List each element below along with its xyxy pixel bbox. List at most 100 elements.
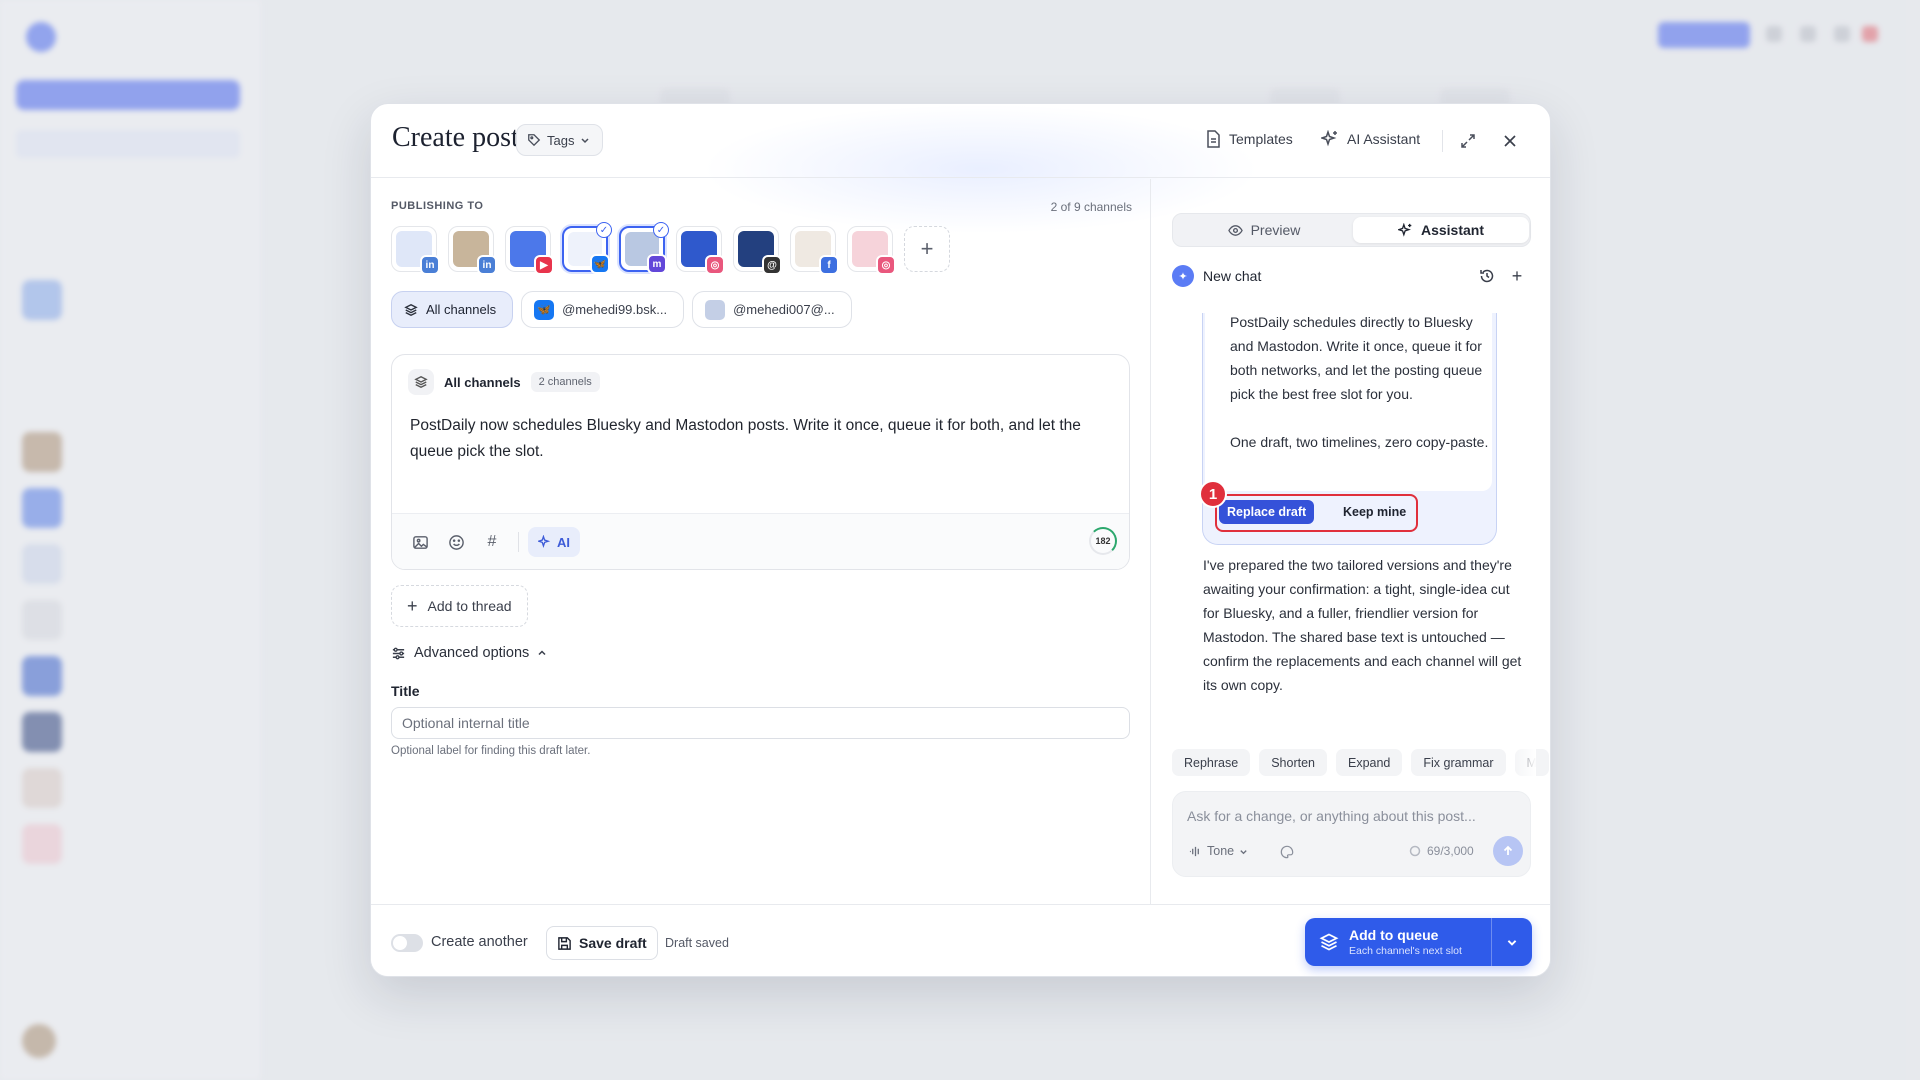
modal-footer: Create another Save draft Draft saved Ad… (371, 904, 1550, 976)
title-input[interactable] (391, 707, 1130, 739)
threads-icon: @ (762, 255, 782, 275)
suggestion-text: PostDaily schedules directly to Bluesky … (1230, 310, 1490, 454)
chip-label: @mehedi99.bsk... (562, 302, 668, 317)
document-icon (1207, 130, 1220, 148)
advanced-options-label: Advanced options (414, 645, 530, 661)
channel-count: 2 of 9 channels (1050, 200, 1132, 214)
hashtag-button[interactable]: # (480, 530, 504, 554)
arrow-up-icon (1503, 845, 1513, 855)
channel-avatar-instagram[interactable]: ◎ (676, 226, 725, 275)
ai-assistant-label: AI Assistant (1347, 131, 1421, 147)
layers-icon (408, 369, 434, 395)
templates-button[interactable]: Templates (1205, 130, 1293, 148)
send-button[interactable] (1493, 836, 1523, 866)
sparkles-icon (1397, 222, 1412, 237)
tab-label: Assistant (1420, 222, 1485, 238)
character-counter: 182 (1089, 527, 1117, 555)
hashtag-icon: # (487, 533, 497, 550)
keep-mine-button[interactable]: Keep mine (1335, 500, 1414, 524)
emoji-button[interactable] (444, 530, 468, 554)
channel-avatar-linkedin[interactable]: in (391, 226, 440, 275)
tone-dropdown[interactable]: Tone (1189, 844, 1248, 858)
waveform-icon (1189, 846, 1199, 856)
assistant-avatar-icon: ✦ (1172, 265, 1194, 287)
chevron-down-icon (581, 138, 589, 144)
channel-avatar-facebook[interactable]: f (790, 226, 839, 275)
channel-avatar-mastodon[interactable]: ✓ m (619, 222, 669, 274)
chip-bluesky-account[interactable]: 🦋 @mehedi99.bsk... (521, 291, 685, 328)
replace-draft-button[interactable]: Replace draft (1219, 500, 1315, 524)
mastodon-icon: m (647, 254, 667, 274)
channel-avatar-threads[interactable]: @ (733, 226, 782, 275)
chat-header: ✦ New chat (1172, 265, 1261, 287)
add-to-thread-button[interactable]: + Add to thread (391, 585, 528, 627)
suggestion-paragraph: PostDaily schedules directly to Bluesky … (1230, 314, 1483, 402)
add-to-queue-sublabel: Each channel's next slot (1349, 945, 1462, 957)
post-text[interactable]: PostDaily now schedules Bluesky and Mast… (410, 413, 1110, 465)
instagram-icon: ◎ (705, 255, 725, 275)
assistant-input[interactable] (1187, 804, 1507, 828)
plus-icon: + (920, 236, 934, 261)
tag-icon (528, 134, 541, 147)
sparkles-icon (1321, 130, 1337, 147)
bluesky-icon: 🦋 (590, 254, 610, 274)
create-another-toggle[interactable] (391, 934, 423, 952)
chevron-down-icon (1240, 849, 1247, 854)
eye-icon (1227, 224, 1243, 236)
add-media-button[interactable] (408, 530, 432, 554)
tab-assistant[interactable]: Assistant (1353, 217, 1529, 243)
tags-button[interactable]: Tags (516, 124, 604, 156)
new-chat-button[interactable]: + (1505, 264, 1529, 288)
queue-options-dropdown[interactable] (1491, 918, 1532, 966)
editor-header: All channels 2 channels (408, 369, 600, 395)
chat-title: New chat (1203, 268, 1262, 284)
channel-avatar-instagram-2[interactable]: ◎ (847, 226, 896, 275)
ai-assistant-button[interactable]: AI Assistant (1321, 130, 1420, 148)
quick-action-expand[interactable]: Expand (1335, 749, 1403, 776)
chip-mastodon-account[interactable]: @mehedi007@... (692, 291, 852, 328)
palette-button[interactable] (1278, 843, 1296, 861)
save-draft-button[interactable]: Save draft (546, 926, 658, 960)
expand-button[interactable] (1455, 128, 1481, 154)
close-button[interactable] (1497, 128, 1523, 154)
chip-label: All channels (426, 302, 497, 317)
tab-preview[interactable]: Preview (1176, 217, 1352, 243)
expand-icon (1461, 134, 1475, 148)
annotation-step-badge: 1 (1199, 480, 1227, 508)
post-editor: All channels 2 channels PostDaily now sc… (391, 354, 1130, 570)
channel-avatar-youtube[interactable]: ▶ (505, 226, 554, 275)
add-to-queue-label: Add to queue (1349, 927, 1439, 943)
youtube-icon: ▶ (534, 255, 554, 275)
quick-action-rephrase[interactable]: Rephrase (1172, 749, 1251, 776)
add-to-queue-button[interactable]: Add to queue Each channel's next slot (1305, 918, 1532, 966)
chip-all-channels[interactable]: All channels (391, 291, 514, 328)
ai-button[interactable]: AI (528, 527, 580, 557)
emoji-icon (448, 534, 464, 550)
layers-icon (1319, 933, 1339, 951)
check-icon: ✓ (596, 222, 612, 238)
quick-action-shorten[interactable]: Shorten (1259, 749, 1327, 776)
tags-label: Tags (547, 132, 575, 148)
chat-history-button[interactable] (1475, 264, 1499, 288)
channel-avatar-linkedin-2[interactable]: in (448, 226, 497, 275)
save-icon (558, 936, 571, 950)
linkedin-icon: in (477, 255, 497, 275)
sparkles-icon (538, 535, 551, 548)
input-char-count-value: 69/3,000 (1427, 844, 1474, 858)
add-channel-button[interactable]: + (904, 226, 950, 272)
sliders-icon (392, 647, 405, 659)
suggestion-paragraph: One draft, two timelines, zero copy-past… (1230, 434, 1489, 450)
quick-action-fix-grammar[interactable]: Fix grammar (1411, 749, 1506, 776)
assistant-tabs: Preview Assistant (1172, 213, 1531, 247)
chip-label: @mehedi007@... (733, 302, 835, 317)
ai-label: AI (557, 534, 570, 550)
advanced-options-toggle[interactable]: Advanced options (391, 645, 547, 661)
modal-header: Create post Tags Templates AI Assistant (371, 104, 1550, 178)
title-label: Title (391, 683, 420, 699)
tab-label: Preview (1250, 222, 1301, 238)
channel-avatar-bluesky[interactable]: ✓ 🦋 (562, 222, 612, 274)
title-help-text: Optional label for finding this draft la… (391, 745, 591, 757)
image-icon (412, 535, 428, 549)
chevron-down-icon (1507, 940, 1516, 946)
check-icon: ✓ (653, 222, 669, 238)
